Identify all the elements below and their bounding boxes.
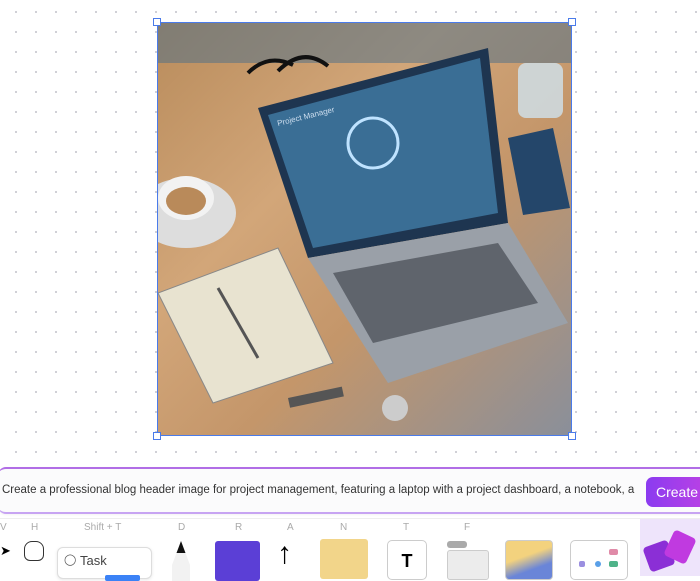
create-button[interactable]: Create bbox=[646, 477, 700, 507]
resize-handle-top-left[interactable] bbox=[153, 18, 161, 26]
mindmap-tool-icon[interactable] bbox=[570, 540, 628, 580]
task-tool[interactable]: ◯ Task bbox=[57, 547, 152, 581]
select-tool-cursor-icon[interactable]: ➤ bbox=[0, 543, 11, 559]
pen-tool-icon[interactable] bbox=[172, 541, 190, 581]
resize-handle-top-right[interactable] bbox=[568, 18, 576, 26]
image-tool-icon[interactable] bbox=[505, 540, 553, 580]
hand-tool-icon[interactable] bbox=[24, 541, 44, 561]
arrow-tool-icon[interactable]: ↑ bbox=[277, 539, 292, 569]
key-hint-text: T bbox=[403, 522, 410, 533]
key-hint-hand: H bbox=[31, 522, 39, 533]
generated-image[interactable]: Project Manager bbox=[157, 22, 572, 436]
ai-prompt-bar: Create a professional blog header image … bbox=[0, 467, 700, 514]
key-hint-arrow: A bbox=[287, 522, 294, 533]
rectangle-tool[interactable] bbox=[215, 541, 260, 581]
task-label: Task bbox=[80, 553, 107, 568]
key-hint-draw: D bbox=[178, 522, 186, 533]
prompt-input[interactable]: Create a professional blog header image … bbox=[2, 484, 635, 496]
resize-handle-bottom-right[interactable] bbox=[568, 432, 576, 440]
bottom-toolbar: V H Shift + T D R A N T F ➤ ◯ Task ↑ T bbox=[0, 518, 700, 581]
text-tool[interactable]: T bbox=[387, 540, 427, 580]
resize-handle-bottom-left[interactable] bbox=[153, 432, 161, 440]
image-content: Project Manager bbox=[158, 23, 571, 421]
key-hint-frame: F bbox=[464, 522, 471, 533]
key-hint-select: V bbox=[0, 522, 7, 533]
key-hint-task: Shift + T bbox=[84, 522, 122, 533]
frame-tool-tab bbox=[447, 541, 467, 548]
frame-tool[interactable] bbox=[447, 550, 489, 580]
key-hint-note: N bbox=[340, 522, 348, 533]
ai-tools-button[interactable] bbox=[640, 519, 700, 576]
check-circle-icon: ◯ bbox=[64, 554, 77, 566]
sticky-note-tool[interactable] bbox=[320, 539, 368, 579]
key-hint-rect: R bbox=[235, 522, 243, 533]
